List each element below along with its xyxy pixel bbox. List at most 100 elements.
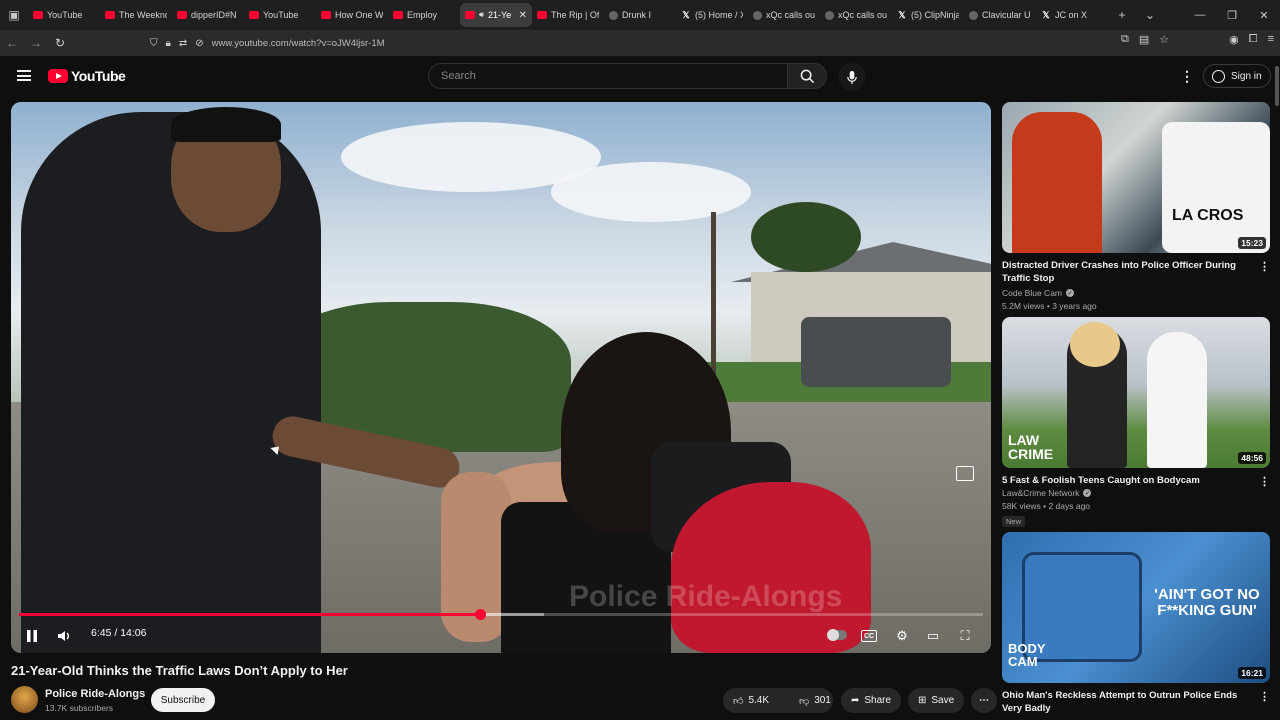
recommendation-meta: 58K views • 2 days ago bbox=[1002, 501, 1091, 511]
browser-tab[interactable]: xQc calls ou bbox=[820, 3, 892, 27]
lock-icon[interactable]: 🔒︎ bbox=[166, 38, 171, 49]
recommendation-more-icon[interactable]: ⋮ bbox=[1259, 475, 1270, 488]
browser-tab[interactable]: YouTube bbox=[28, 3, 100, 27]
settings-more-icon[interactable]: ⋮ bbox=[1180, 68, 1194, 85]
browser-tab[interactable]: 🔊︎ 21-Ye ✕ bbox=[460, 3, 532, 27]
minimize-icon[interactable]: — bbox=[1184, 0, 1216, 30]
screenshot-icon[interactable]: ⧉ bbox=[1121, 33, 1129, 46]
browser-tab[interactable]: 𝕏 (5) ClipNinja bbox=[892, 3, 964, 27]
restore-icon[interactable]: ❐ bbox=[1216, 0, 1248, 30]
tab-list-chevron-icon[interactable]: ⌄ bbox=[1136, 0, 1164, 30]
browser-tab[interactable]: xQc calls ou bbox=[748, 3, 820, 27]
site-favicon-icon bbox=[609, 10, 618, 20]
captions-icon[interactable]: CC bbox=[861, 630, 877, 642]
player-controls: 6:45 / 14:06 CC ⚙ ▭ ⛶ bbox=[11, 618, 991, 653]
search-button[interactable] bbox=[787, 63, 827, 89]
share-icon: ➦ bbox=[851, 695, 860, 706]
browser-tab[interactable]: The Weeknd bbox=[100, 3, 172, 27]
recommendation-channel[interactable]: Code Blue Cam ✓ bbox=[1002, 288, 1075, 298]
permissions-icon[interactable]: ⇄ bbox=[179, 38, 187, 49]
channel-avatar[interactable] bbox=[11, 686, 38, 713]
fullscreen-icon[interactable]: ⛶ bbox=[954, 626, 976, 646]
save-button[interactable]: ⊞ Save bbox=[908, 688, 964, 713]
close-tab-icon[interactable]: ✕ bbox=[519, 10, 527, 21]
browser-tab[interactable]: YouTube bbox=[244, 3, 316, 27]
sign-in-button[interactable]: Sign in bbox=[1203, 64, 1271, 88]
extensions-icon[interactable]: ⧠ bbox=[1249, 33, 1258, 46]
tab-label: Employ bbox=[407, 10, 438, 20]
recommendation-more-icon[interactable]: ⋮ bbox=[1259, 690, 1270, 703]
tab-actions-icon[interactable]: ▣ bbox=[0, 0, 28, 30]
recommendation-thumbnail[interactable]: LA CROS 15:23 bbox=[1002, 102, 1270, 253]
bookmark-star-icon[interactable]: ☆ bbox=[1159, 33, 1169, 46]
tab-label: xQc calls ou bbox=[838, 10, 887, 20]
volume-button[interactable] bbox=[54, 626, 76, 646]
recommendation-title[interactable]: Distracted Driver Crashes into Police Of… bbox=[1002, 259, 1252, 285]
theater-mode-icon[interactable]: ▭ bbox=[922, 626, 944, 646]
dislike-count: 301 bbox=[814, 695, 831, 706]
browser-tab[interactable]: Drunk I bbox=[604, 3, 676, 27]
page-scrollbar[interactable] bbox=[1274, 56, 1280, 720]
video-frame-palm bbox=[751, 202, 861, 272]
recommendation-thumbnail[interactable]: 'AIN'T GOT NO F**KING GUN' BODY CAM 16:2… bbox=[1002, 532, 1270, 683]
tab-label: xQc calls ou bbox=[766, 10, 815, 20]
browser-menu-icon[interactable]: ≡ bbox=[1268, 33, 1274, 46]
hamburger-menu-icon[interactable] bbox=[17, 70, 31, 81]
recommendation-more-icon[interactable]: ⋮ bbox=[1259, 260, 1270, 273]
tab-label: JC on X bbox=[1055, 10, 1088, 20]
browser-tab[interactable]: The Rip | Of bbox=[532, 3, 604, 27]
video-duration: 15:23 bbox=[1238, 237, 1266, 249]
video-frame-officer bbox=[21, 107, 321, 653]
miniplayer-icon[interactable] bbox=[956, 466, 974, 481]
channel-row: Police Ride-Alongs 13.7K subscribers Sub… bbox=[11, 686, 997, 716]
channel-name[interactable]: Police Ride-Alongs bbox=[45, 688, 145, 700]
back-icon[interactable]: ← bbox=[0, 30, 24, 56]
dislike-button[interactable]: 👎︎ 301 bbox=[789, 688, 833, 713]
tab-label: dipperID#N bbox=[191, 10, 237, 20]
recommendation-channel[interactable]: Law&Crime Network ✓ bbox=[1002, 488, 1092, 498]
tab-label: (5) Home / X bbox=[695, 10, 743, 20]
account-icon[interactable]: ◉ bbox=[1229, 33, 1239, 46]
close-window-icon[interactable]: ✕ bbox=[1248, 0, 1280, 30]
new-tab-icon[interactable]: + bbox=[1108, 0, 1136, 30]
autoplay-toggle[interactable] bbox=[827, 629, 847, 641]
youtube-favicon-icon bbox=[321, 11, 331, 19]
voice-search-button[interactable] bbox=[838, 63, 866, 91]
site-favicon-icon bbox=[969, 10, 978, 20]
new-badge: New bbox=[1002, 516, 1026, 527]
progress-bar[interactable] bbox=[19, 609, 983, 620]
video-watermark: Police Ride-Alongs bbox=[569, 580, 843, 613]
pause-button[interactable] bbox=[21, 626, 43, 646]
recommendation-thumbnail[interactable]: LAW CRIME 48:56 bbox=[1002, 317, 1270, 468]
tracking-icon[interactable]: ⊘ bbox=[195, 38, 203, 49]
recommendation-item[interactable]: 'AIN'T GOT NO F**KING GUN' BODY CAM 16:2… bbox=[1002, 532, 1270, 720]
youtube-favicon-icon bbox=[249, 11, 259, 19]
save-label: Save bbox=[931, 695, 955, 706]
browser-tab[interactable]: 𝕏 JC on X bbox=[1036, 3, 1108, 27]
video-player[interactable]: Police Ride-Alongs 6:45 / 14:06 CC ⚙ ▭ ⛶ bbox=[11, 102, 991, 653]
like-button[interactable]: 👍︎ 5.4K bbox=[723, 688, 779, 713]
video-duration: 16:21 bbox=[1238, 667, 1266, 679]
search-input[interactable]: Search bbox=[428, 63, 788, 89]
recommendation-item[interactable]: LAW CRIME 48:56 5 Fast & Foolish Teens C… bbox=[1002, 317, 1270, 527]
settings-gear-icon[interactable]: ⚙ bbox=[891, 626, 913, 646]
recommendation-title[interactable]: 5 Fast & Foolish Teens Caught on Bodycam bbox=[1002, 474, 1252, 487]
reload-icon[interactable]: ↻ bbox=[48, 30, 72, 56]
url-text[interactable]: www.youtube.com/watch?v=oJW4ljsr-1M bbox=[212, 38, 385, 49]
recommendation-title[interactable]: Ohio Man's Reckless Attempt to Outrun Po… bbox=[1002, 689, 1252, 715]
browser-tab[interactable]: How One W bbox=[316, 3, 388, 27]
browser-tab[interactable]: dipperID#N bbox=[172, 3, 244, 27]
forward-icon[interactable]: → bbox=[24, 30, 48, 56]
recommendation-item[interactable]: LA CROS 15:23 Distracted Driver Crashes … bbox=[1002, 102, 1270, 312]
address-bar[interactable]: ⛉ 🔒︎ ⇄ ⊘ www.youtube.com/watch?v=oJW4ljs… bbox=[150, 33, 1135, 53]
browser-tab[interactable]: Employ bbox=[388, 3, 460, 27]
subscribe-button[interactable]: Subscribe bbox=[151, 688, 215, 712]
shield-icon[interactable]: ⛉ bbox=[150, 38, 158, 49]
more-actions-button[interactable]: ⋯ bbox=[971, 688, 997, 713]
browser-tab[interactable]: Clavicular U bbox=[964, 3, 1036, 27]
youtube-logo[interactable]: YouTube bbox=[48, 68, 126, 84]
share-label: Share bbox=[864, 695, 892, 706]
reader-icon[interactable]: ▤ bbox=[1139, 33, 1149, 46]
browser-tab[interactable]: 𝕏 (5) Home / X bbox=[676, 3, 748, 27]
share-button[interactable]: ➦ Share bbox=[841, 688, 901, 713]
